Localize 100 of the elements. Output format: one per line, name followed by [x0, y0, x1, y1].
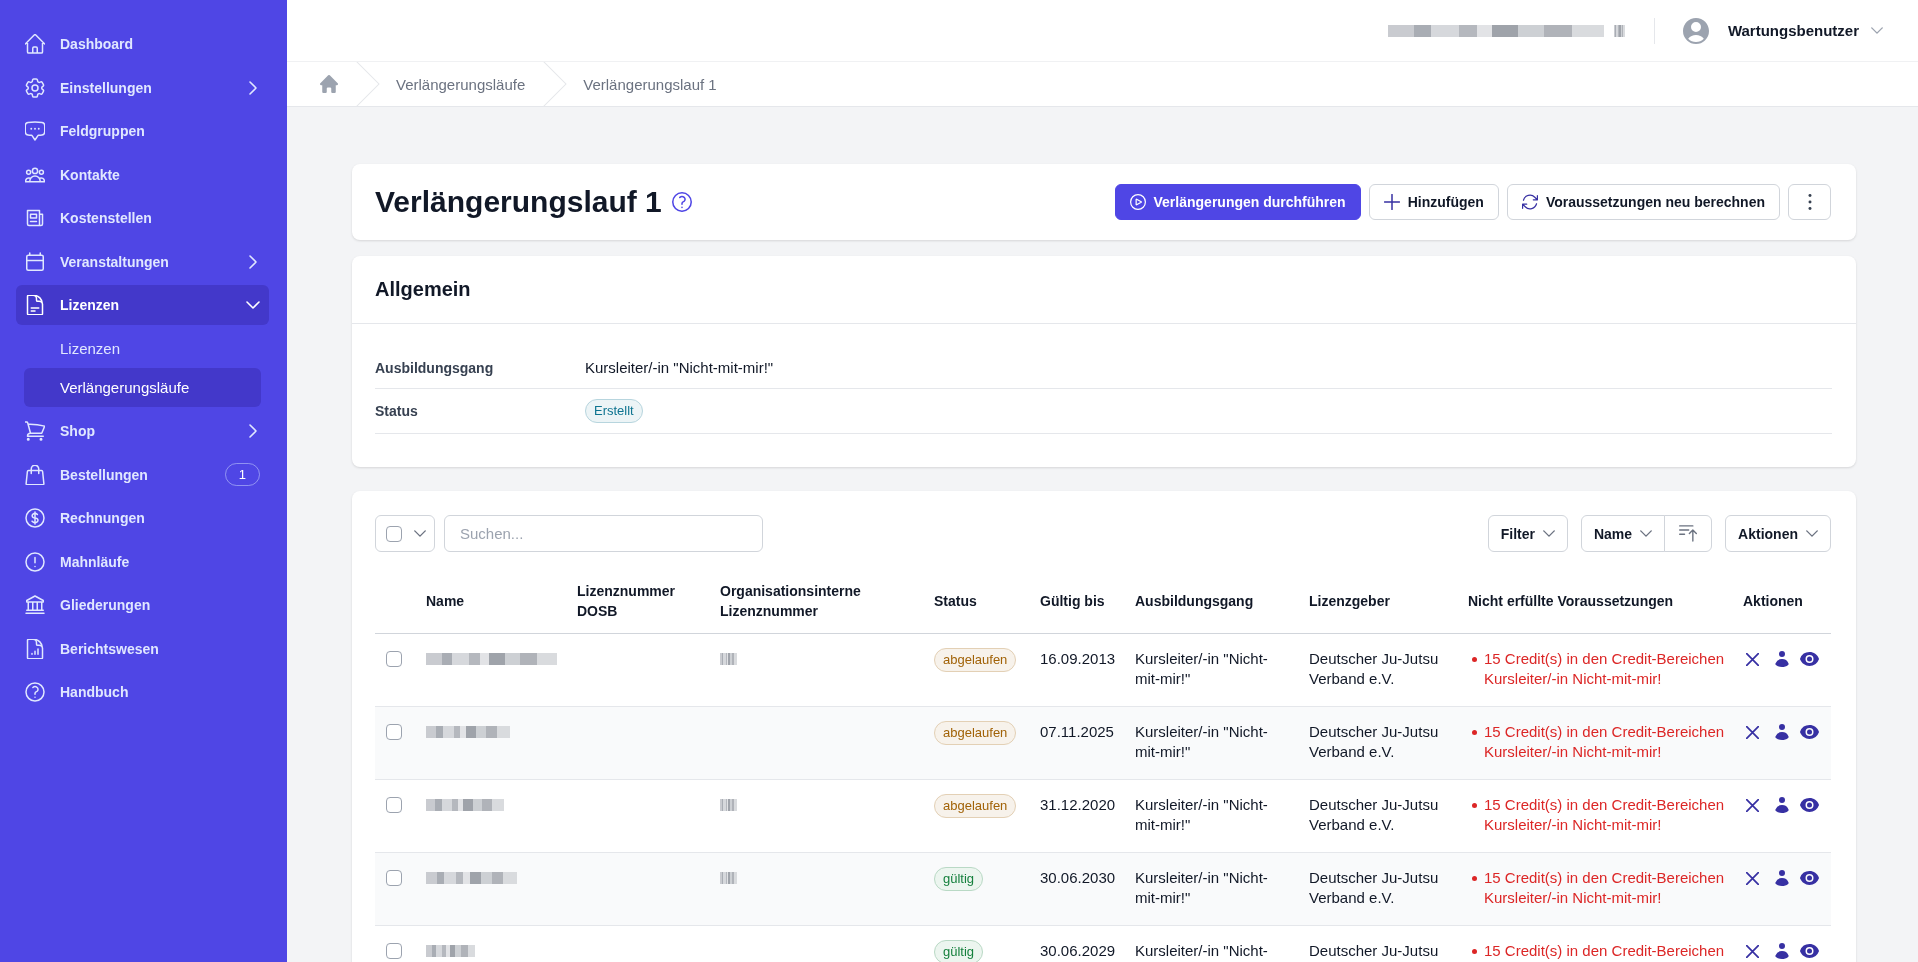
checkbox[interactable]: [386, 651, 402, 667]
home-icon: [25, 34, 45, 54]
page-title: Verlängerungslauf 1: [375, 184, 662, 220]
actions-dropdown[interactable]: Aktionen: [1725, 515, 1831, 552]
column-header: Aktionen: [1735, 570, 1831, 634]
chat-bubble-icon: [25, 121, 45, 141]
filter-dropdown[interactable]: Filter: [1487, 515, 1568, 552]
requirement-text: 15 Credit(s) in den Credit-Bereichen Kursleiter/-in Nicht-mit-mir!: [1484, 722, 1726, 762]
sidebar-item[interactable]: Lizenzen: [16, 285, 269, 325]
person-icon[interactable]: [1775, 724, 1789, 740]
status-badge: gültig: [934, 940, 984, 962]
date-text: 07.11.2025: [1040, 723, 1114, 740]
sidebar-item[interactable]: Kostenstellen: [16, 198, 269, 238]
close-icon[interactable]: [1746, 798, 1759, 812]
issuer-text: Deutscher Ju-Jutsu Verband e.V.: [1309, 796, 1439, 833]
date-text: 30.06.2030: [1040, 869, 1116, 886]
search-field[interactable]: Suchen...: [444, 515, 763, 552]
bullet-icon: [1472, 876, 1477, 881]
close-icon[interactable]: [1746, 652, 1759, 666]
status-badge: Erstellt: [585, 399, 643, 423]
chevron-down-icon: [1542, 530, 1555, 537]
refresh-icon: [1521, 194, 1538, 210]
issuer-text: Deutscher Ju-Jutsu: [1309, 942, 1439, 959]
sidebar-item[interactable]: Einstellungen: [16, 67, 269, 108]
eye-icon[interactable]: [1800, 798, 1819, 812]
eye-icon[interactable]: [1800, 944, 1819, 958]
issuer-text: Deutscher Ju-Jutsu Verband e.V.: [1309, 650, 1439, 687]
sidebar-item[interactable]: Feldgruppen: [16, 111, 269, 151]
columned-building-icon: [25, 595, 45, 615]
sidebar-item[interactable]: Rechnungen: [16, 498, 269, 538]
document-chart-icon: [25, 638, 45, 659]
redacted-text: [1613, 24, 1625, 37]
field-label: Status: [375, 402, 419, 421]
date-text: 30.06.2029: [1040, 942, 1116, 959]
primary-action-button[interactable]: Verlängerungen durchführen: [1114, 184, 1361, 220]
checkbox[interactable]: [386, 724, 402, 740]
person-icon[interactable]: [1775, 943, 1789, 959]
person-icon[interactable]: [1775, 870, 1789, 886]
sort-field-dropdown[interactable]: Name: [1580, 515, 1666, 552]
status-badge: abgelaufen: [934, 721, 1017, 745]
course-text: Kursleiter/-in "Nicht-mit-mir!": [1135, 869, 1268, 906]
action-button[interactable]: Voraussetzungen neu berechnen: [1506, 184, 1780, 220]
bullet-icon: [1472, 949, 1477, 954]
close-icon[interactable]: [1746, 944, 1759, 958]
field-label: Ausbildungsgang: [375, 359, 495, 378]
sort-direction-button[interactable]: [1664, 515, 1713, 552]
user-name[interactable]: Wartungsbenutzer: [1727, 22, 1859, 39]
sidebar-item[interactable]: Mahnläufe: [16, 541, 269, 582]
checkbox[interactable]: [386, 870, 402, 886]
checkbox[interactable]: [386, 525, 402, 542]
course-text: Kursleiter/-in "Nicht-mit-mir!": [1135, 723, 1268, 760]
person-icon[interactable]: [1775, 651, 1789, 667]
shopping-cart-icon: [25, 421, 45, 441]
issuer-text: Deutscher Ju-Jutsu Verband e.V.: [1309, 723, 1439, 760]
chevron-down-icon: [1640, 530, 1653, 537]
sidebar-subitem[interactable]: Lizenzen: [24, 328, 261, 368]
close-icon[interactable]: [1746, 725, 1759, 739]
sort-ascending-icon: [1679, 525, 1698, 542]
breadcrumb-link[interactable]: Verlängerungslauf 1: [583, 75, 717, 93]
eye-icon[interactable]: [1800, 652, 1819, 666]
column-header: Ausbildungsgang: [1127, 570, 1301, 634]
chevron-down-icon: [1806, 530, 1818, 537]
sidebar-item[interactable]: Veranstaltungen: [16, 241, 269, 282]
breadcrumb-link[interactable]: Verlängerungsläufe: [396, 75, 526, 93]
requirement-text: 15 Credit(s) in den Credit-Bereichen Kursleiter/-in Nicht-mit-mir!: [1484, 868, 1726, 908]
eye-icon[interactable]: [1800, 871, 1819, 885]
issuer-text: Deutscher Ju-Jutsu Verband e.V.: [1309, 869, 1439, 906]
column-header: Name: [418, 570, 569, 634]
help-icon[interactable]: [671, 192, 692, 212]
sidebar-subitem[interactable]: Verlängerungsläufe: [24, 367, 261, 407]
status-badge: abgelaufen: [934, 794, 1017, 818]
course-text: Kursleiter/-in "Nicht-mit-mir!": [1135, 650, 1268, 687]
column-header: Organisationsinterne Lizenznummer: [712, 570, 926, 634]
calendar-icon: [25, 251, 45, 272]
course-text: Kursleiter/-in "Nicht-: [1135, 942, 1268, 959]
date-text: 16.09.2013: [1040, 650, 1116, 667]
vertical-dots-icon: [1807, 194, 1812, 210]
newspaper-icon: [25, 208, 45, 228]
action-button[interactable]: Hinzufügen: [1368, 184, 1499, 220]
column-header: Status: [926, 570, 1032, 634]
checkbox[interactable]: [386, 943, 402, 959]
bullet-icon: [1472, 730, 1477, 735]
chevron-down-icon: [414, 530, 426, 537]
gear-icon: [25, 77, 45, 98]
sidebar-item[interactable]: Kontakte: [16, 154, 269, 195]
help-icon: [25, 682, 45, 702]
eye-icon[interactable]: [1800, 725, 1819, 739]
person-icon[interactable]: [1775, 797, 1789, 813]
sidebar-item[interactable]: Gliederungen: [16, 585, 269, 625]
requirement-text: 15 Credit(s) in den Credit-Bereichen Kursleiter/-in Nicht-mit-mir!: [1484, 795, 1726, 835]
checkbox[interactable]: [386, 797, 402, 813]
field-value: Kursleiter/-in "Nicht-mit-mir!": [585, 358, 774, 378]
sidebar-item[interactable]: Dashboard: [16, 24, 269, 64]
sidebar-item[interactable]: Handbuch: [16, 672, 269, 712]
column-header: Gültig bis: [1032, 570, 1127, 634]
close-icon[interactable]: [1746, 871, 1759, 885]
sidebar-item[interactable]: Bestellungen 1: [16, 454, 269, 495]
sidebar-item[interactable]: Berichtswesen: [16, 628, 269, 669]
sidebar-item[interactable]: Shop: [16, 411, 269, 451]
status-badge: abgelaufen: [934, 648, 1017, 672]
